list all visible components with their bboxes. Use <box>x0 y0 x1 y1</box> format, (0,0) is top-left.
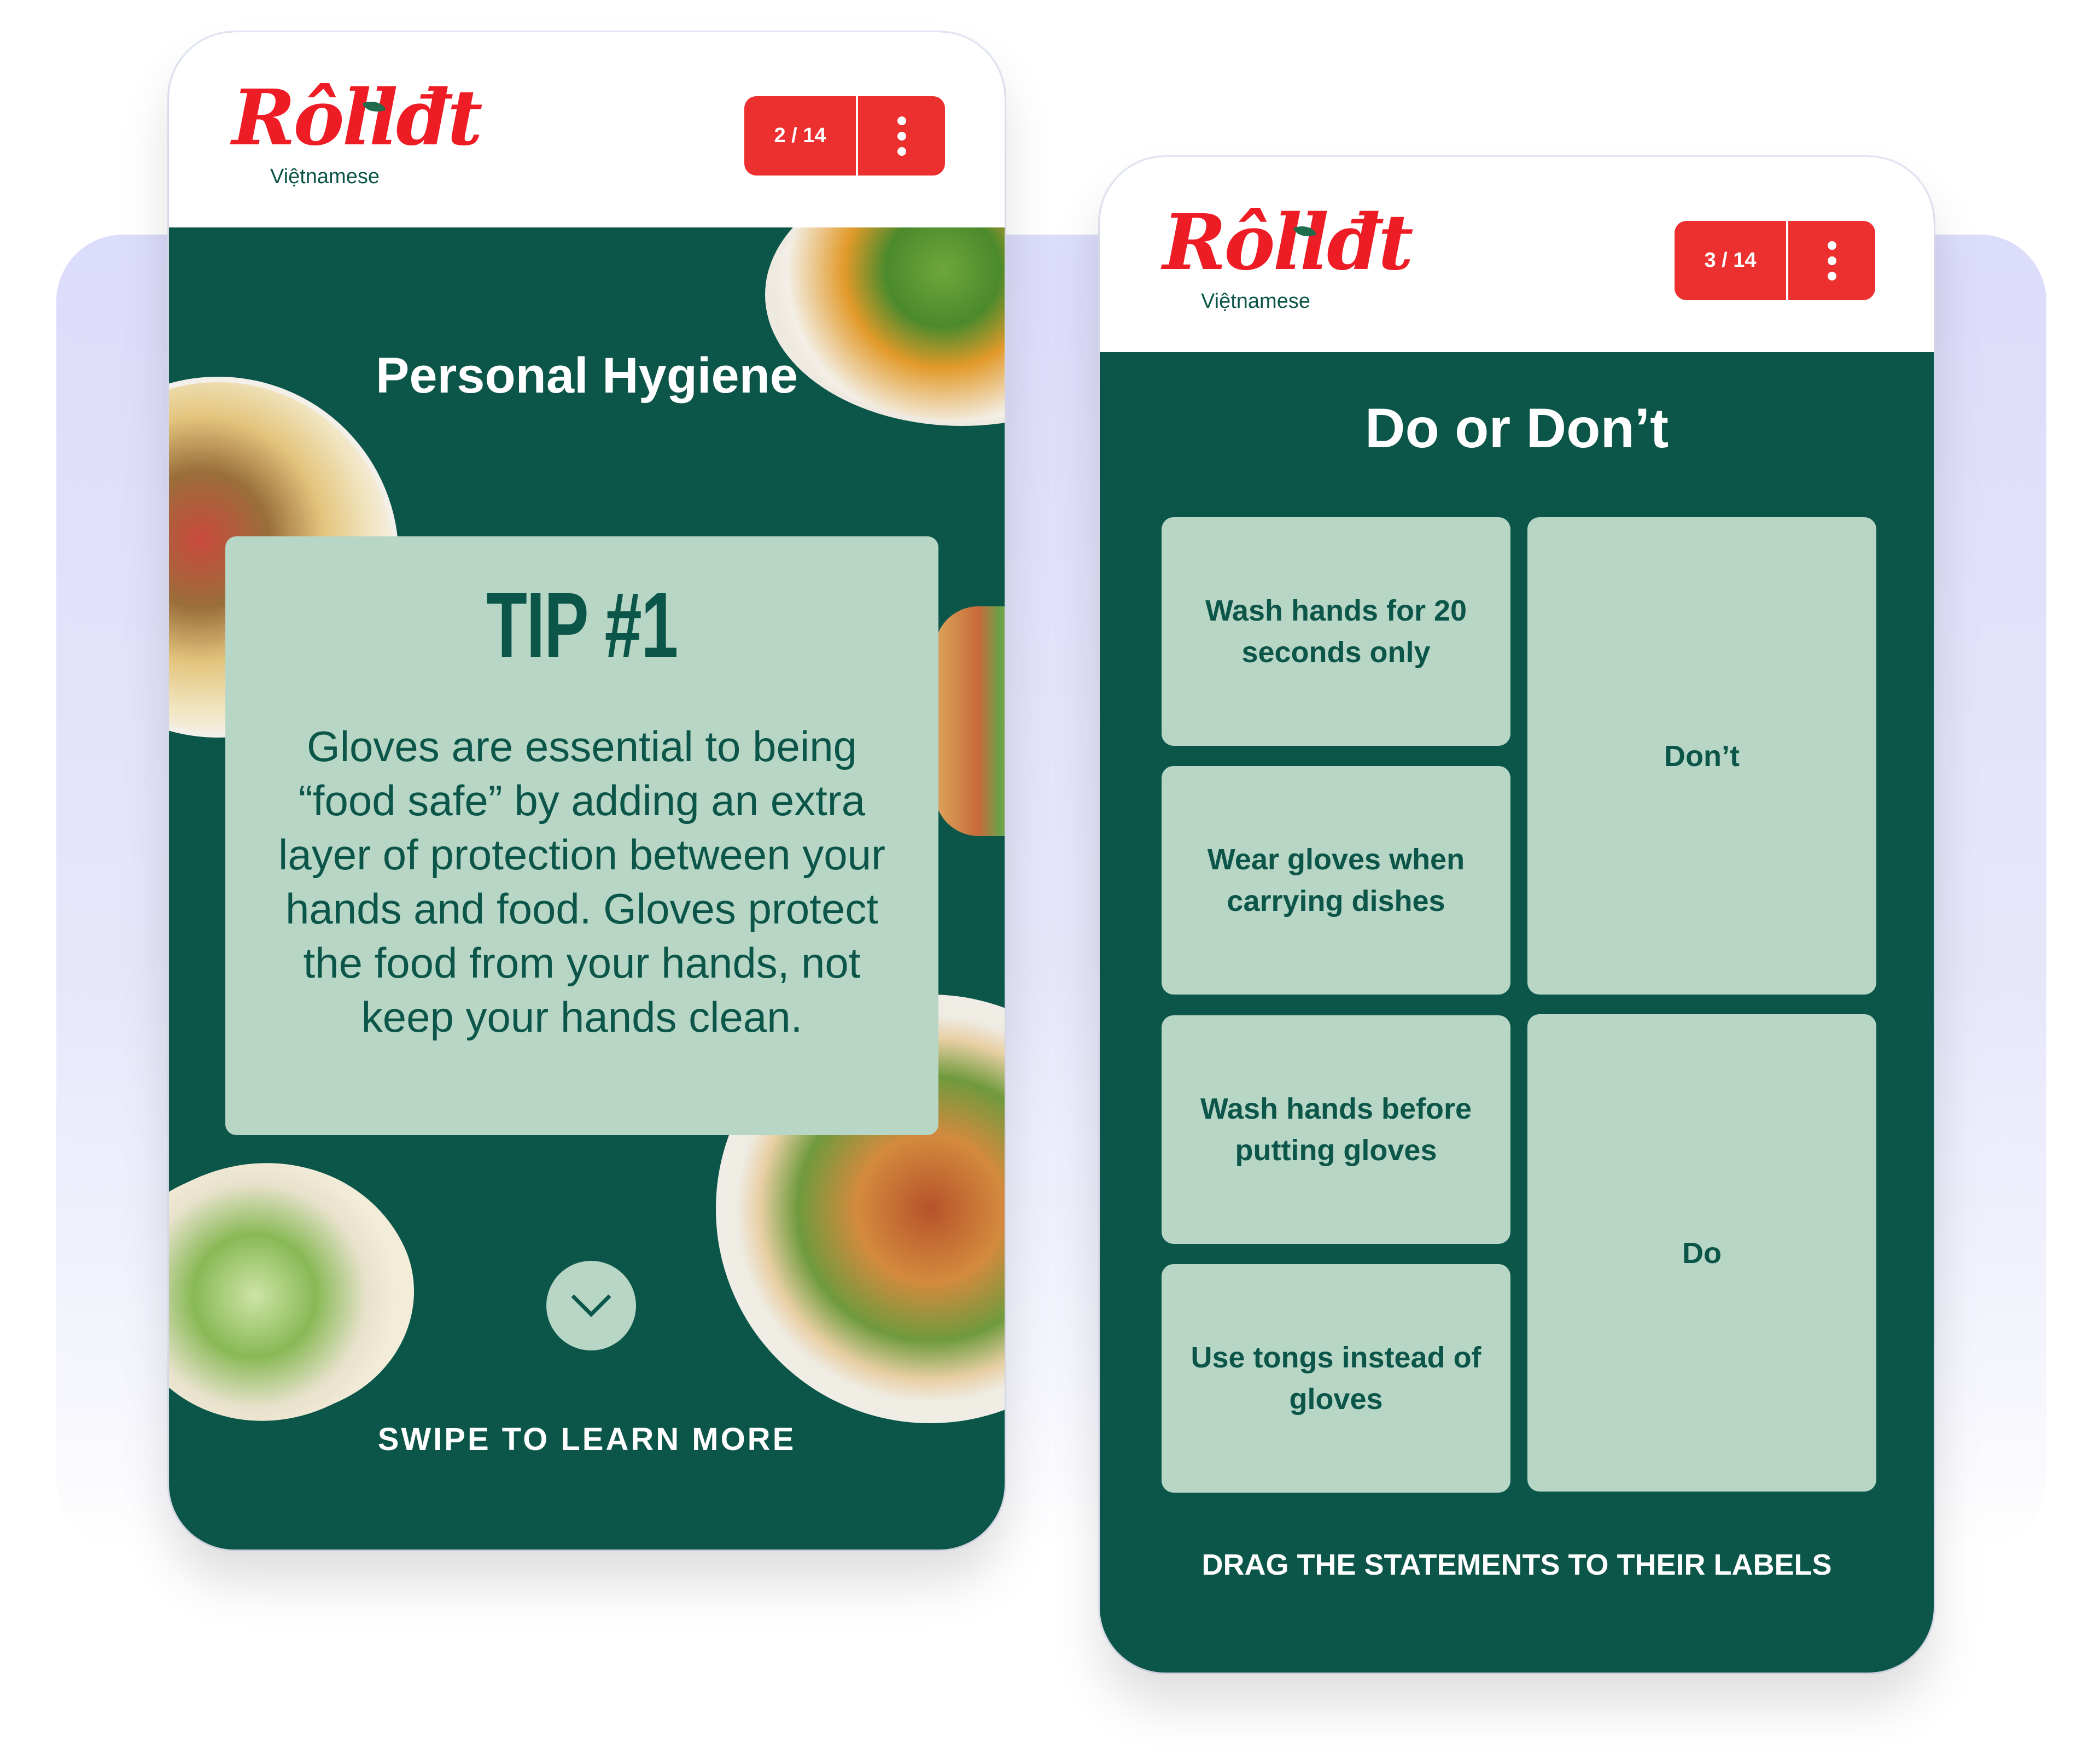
progress-counter[interactable]: 2 / 14 <box>744 96 856 176</box>
drag-instruction: DRAG THE STATEMENTS TO THEIR LABELS <box>1201 1548 1832 1581</box>
next-button[interactable] <box>546 1261 636 1350</box>
swipe-hint: SWIPE TO LEARN MORE <box>377 1422 796 1457</box>
tip-card: TIP #1 Gloves are essential to being “fo… <box>225 536 938 1135</box>
tip-body: Gloves are essential to being “food safe… <box>278 722 885 1041</box>
logo-wordmark: Rôllđt <box>232 73 483 163</box>
more-menu-button[interactable] <box>858 96 945 176</box>
page-title: Do or Don’t <box>1364 397 1669 459</box>
progress-controls: 3 / 14 <box>1675 221 1875 300</box>
food-image-banh-mi <box>935 606 1005 836</box>
logo-subtitle: Việtnamese <box>270 165 380 188</box>
page-title: Personal Hygiene <box>375 348 798 404</box>
brand-logo[interactable]: Rôllđt Việtnamese <box>232 80 483 194</box>
progress-counter[interactable]: 3 / 14 <box>1675 221 1786 300</box>
more-vertical-icon <box>1827 241 1836 280</box>
app-header: Rôllđt Việtnamese 3 / 14 <box>1100 157 1934 352</box>
logo-wordmark: Rôllđt <box>1163 198 1414 288</box>
app-header: Rôllđt Việtnamese 2 / 14 <box>169 32 1005 227</box>
statement-card[interactable]: Wear gloves when carrying dishes <box>1162 766 1510 995</box>
phone-screen-quiz: Rôllđt Việtnamese 3 / 14 Do or Don’t Was… <box>1100 157 1934 1673</box>
brand-logo[interactable]: Rôllđt Việtnamese <box>1163 204 1414 318</box>
drop-zone-do[interactable]: Do <box>1527 1014 1876 1492</box>
statement-card[interactable]: Wash hands before putting gloves <box>1162 1015 1510 1244</box>
phone-screen-tip: Rôllđt Việtnamese 2 / 14 Personal Hygien… <box>169 32 1005 1549</box>
statement-card[interactable]: Use tongs instead of gloves <box>1162 1264 1510 1493</box>
chevron-down-icon <box>571 1294 611 1317</box>
progress-controls: 2 / 14 <box>744 96 945 176</box>
logo-subtitle: Việtnamese <box>1201 290 1310 313</box>
more-vertical-icon <box>897 116 906 156</box>
drop-zone-dont[interactable]: Don’t <box>1527 517 1876 995</box>
tip-heading: TIP #1 <box>486 574 678 677</box>
more-menu-button[interactable] <box>1788 221 1875 300</box>
food-image-spring-roll <box>169 1110 452 1469</box>
statement-card[interactable]: Wash hands for 20 seconds only <box>1162 517 1510 746</box>
